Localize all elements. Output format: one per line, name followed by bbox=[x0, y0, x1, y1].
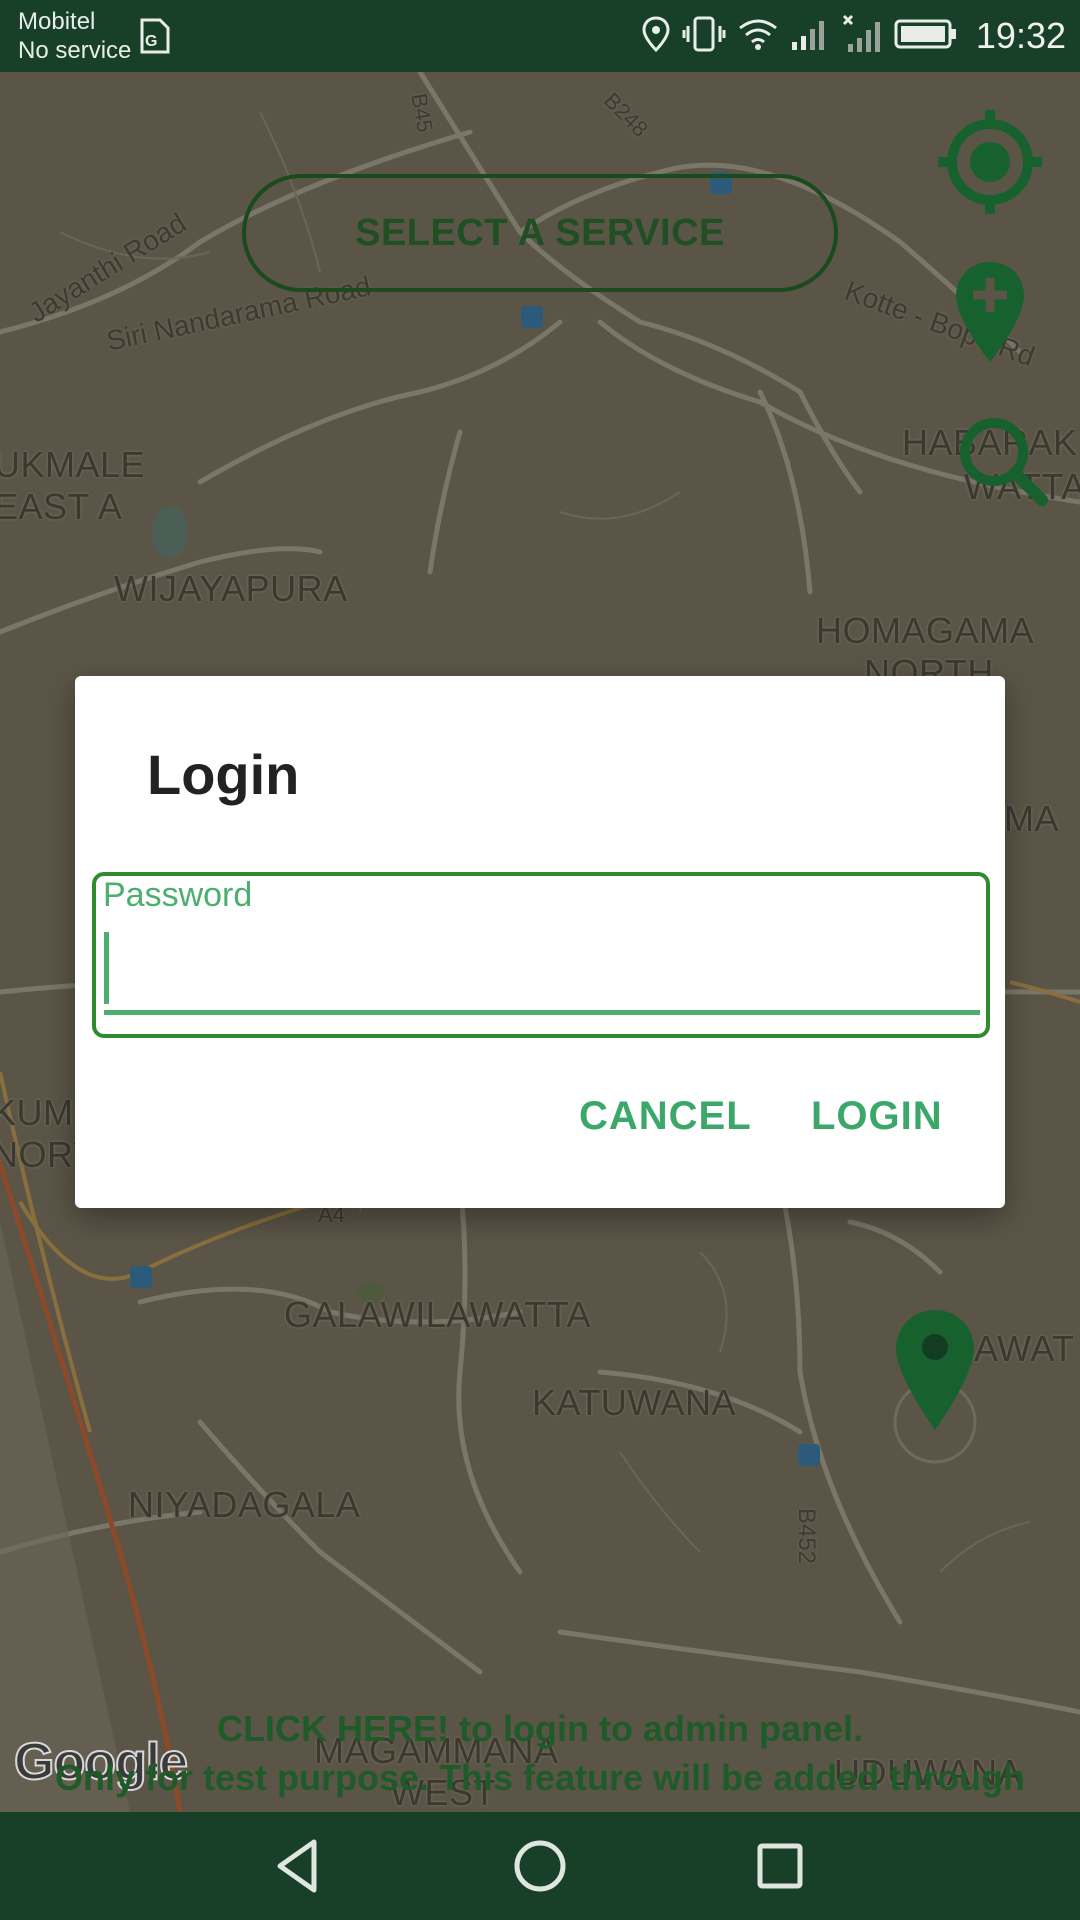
admin-hint-line: CLICK HERE! to login to admin panel. bbox=[217, 1708, 863, 1749]
password-input[interactable] bbox=[104, 926, 980, 992]
cancel-button[interactable]: CANCEL bbox=[579, 1094, 752, 1139]
home-icon[interactable] bbox=[504, 1830, 576, 1902]
service-status: No service bbox=[18, 37, 132, 64]
admin-hint-line: firebase auth. bbox=[0, 1802, 1080, 1812]
vibrate-icon bbox=[682, 16, 726, 57]
place-label: MA bbox=[1004, 798, 1059, 839]
login-dialog: Login Password CANCEL LOGIN bbox=[75, 676, 1005, 1208]
text-cursor bbox=[104, 932, 109, 1004]
carrier-info: Mobitel No service bbox=[18, 7, 131, 65]
clock: 19:32 bbox=[975, 15, 1066, 56]
place-label: GALAWILAWATTA bbox=[284, 1294, 592, 1335]
screen: Mobitel No service G 19:32 Jayanthi Road… bbox=[0, 0, 1080, 1920]
no-signal-icon bbox=[842, 14, 882, 59]
place-label: UKMALE bbox=[0, 444, 146, 485]
status-icons: 19:32 bbox=[642, 14, 1066, 58]
battery-icon bbox=[894, 18, 958, 55]
select-service-button[interactable]: SELECT A SERVICE bbox=[242, 174, 838, 292]
status-bar: Mobitel No service G 19:32 bbox=[0, 0, 1080, 72]
carrier-name: Mobitel bbox=[18, 8, 96, 35]
place-label: WIJAYAPURA bbox=[114, 568, 348, 609]
password-label: Password bbox=[103, 876, 253, 914]
place-label: HOMAGAMA bbox=[816, 610, 1035, 651]
place-label: NIYADAGALA bbox=[128, 1484, 361, 1525]
place-label: AWAT bbox=[974, 1328, 1075, 1369]
dialog-title: Login bbox=[147, 743, 300, 806]
place-label: KUM bbox=[0, 1092, 74, 1133]
login-button[interactable]: LOGIN bbox=[811, 1094, 943, 1139]
password-field[interactable]: Password bbox=[92, 872, 990, 1038]
sim-location-icon: G bbox=[138, 18, 170, 59]
recents-icon[interactable] bbox=[744, 1830, 816, 1902]
location-icon bbox=[642, 15, 670, 57]
place-label: EAST A bbox=[0, 486, 123, 527]
place-label: KATUWANA bbox=[532, 1382, 737, 1423]
signal-icon bbox=[790, 16, 830, 57]
road-label: B452 bbox=[793, 1507, 821, 1565]
navigation-bar bbox=[0, 1812, 1080, 1920]
svg-text:G: G bbox=[145, 33, 157, 50]
admin-login-link[interactable]: CLICK HERE! to login to admin panel. Onl… bbox=[0, 1704, 1080, 1812]
admin-hint-line: Only for test purpose. This feature will… bbox=[54, 1757, 1026, 1798]
input-underline bbox=[104, 1010, 980, 1015]
back-icon[interactable] bbox=[264, 1830, 336, 1902]
wifi-icon bbox=[738, 18, 778, 55]
